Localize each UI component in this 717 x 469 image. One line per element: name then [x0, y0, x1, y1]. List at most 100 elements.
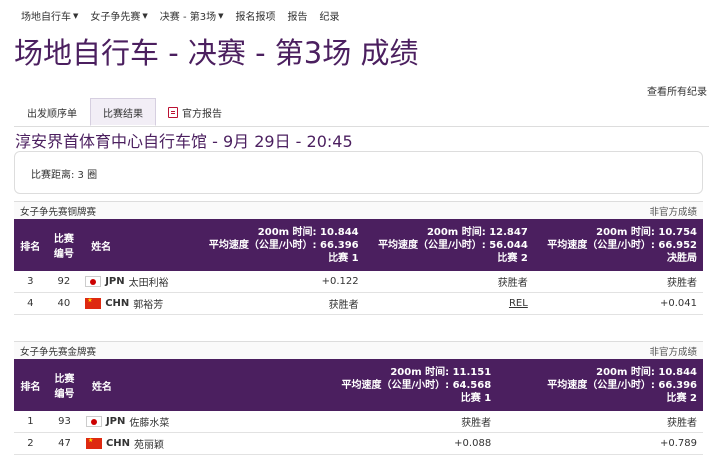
chevron-down-icon: ▼ — [142, 11, 148, 20]
relegated-link[interactable]: REL — [509, 298, 528, 309]
heat-result: +0.088 — [291, 432, 498, 455]
athlete-name-link[interactable]: 佐藤水菜 — [129, 414, 169, 429]
nav-phase[interactable]: 决赛 - 第3场 ▼ — [160, 8, 224, 24]
heat-time: 200m 时间: 10.844 — [596, 366, 697, 378]
status-badge: 非官方成绩 — [649, 206, 697, 218]
athlete-cell: JPN 太田利裕 — [81, 271, 196, 293]
heat-time: 200m 时间: 12.847 — [426, 226, 528, 238]
athlete-name-link[interactable]: 苑丽颖 — [134, 436, 164, 451]
col-heat-2: 200m 时间: 10.844 平均速度（公里/小时）: 66.396 比赛 2 — [497, 359, 703, 411]
tab-results-label: 比赛结果 — [103, 108, 143, 120]
heat-label: 比赛 1 — [460, 392, 492, 404]
venue-datetime: 淳安界首体育中心自行车馆 - 9月 29日 - 20:45 — [15, 132, 353, 151]
col-rank: 排名 — [14, 359, 47, 411]
top-navigation: 场地自行车 ▼ 女子争先赛 ▼ 决赛 - 第3场 ▼ 报名报项 报告 纪录 — [21, 8, 340, 24]
nav-event[interactable]: 女子争先赛 ▼ — [90, 8, 148, 24]
heat-speed: 平均速度（公里/小时）: 56.044 — [378, 239, 528, 251]
tab-official-report-label: 官方报告 — [182, 108, 222, 120]
heat-speed: 平均速度（公里/小时）: 64.568 — [341, 379, 492, 391]
bronze-final-panel: 女子争先赛铜牌赛 非官方成绩 排名 比赛 编号 姓名 200m 时间: 10.84… — [14, 201, 703, 315]
heat-result: +0.041 — [533, 292, 703, 315]
athlete-cell: CHN苑丽颖 — [81, 432, 292, 455]
col-heat-1: 200m 时间: 10.844 平均速度（公里/小时）: 66.396 比赛 1 — [195, 219, 365, 271]
race-distance: 比赛距离: 3 圈 — [31, 170, 98, 181]
heat-result: 获胜者 — [497, 411, 703, 433]
tab-start-list[interactable]: 出发顺序单 — [14, 98, 90, 126]
page-title: 场地自行车 - 决赛 - 第3场 成绩 — [14, 36, 419, 70]
all-records-link[interactable]: 查看所有纪录 — [647, 83, 707, 98]
nav-sport[interactable]: 场地自行车 ▼ — [21, 8, 79, 24]
col-heat-2: 200m 时间: 12.847 平均速度（公里/小时）: 56.044 比赛 2 — [364, 219, 534, 271]
col-bib-line2: 编号 — [54, 389, 75, 400]
rank: 4 — [14, 292, 47, 315]
table-header-row: 排名 比赛 编号 姓名 200m 时间: 11.151 平均速度（公里/小时）: 6… — [14, 359, 703, 411]
col-rank: 排名 — [14, 219, 47, 271]
col-name: 姓名 — [81, 219, 196, 271]
heat-time: 200m 时间: 11.151 — [390, 366, 492, 378]
panel-header: 女子争先赛铜牌赛 非官方成绩 — [14, 201, 703, 219]
japan-flag-icon — [85, 416, 102, 427]
rank: 1 — [14, 411, 47, 433]
heat-label: 决胜局 — [667, 252, 697, 264]
heat-result: 获胜者 — [364, 271, 534, 293]
rank: 2 — [14, 432, 47, 455]
chevron-down-icon: ▼ — [73, 11, 79, 20]
nav-records-label: 纪录 — [319, 12, 340, 23]
china-flag-icon — [85, 437, 102, 449]
heat-result: REL — [364, 292, 534, 315]
tab-results[interactable]: 比赛结果 — [90, 98, 156, 126]
japan-flag-icon — [85, 276, 102, 287]
table-row: 1 93 JPN 佐藤水菜 获胜者 获胜者 — [14, 411, 703, 433]
nav-sport-label: 场地自行车 — [21, 12, 71, 23]
bib: 92 — [46, 271, 82, 293]
athlete-cell: CHN郭裕芳 — [81, 292, 196, 315]
gold-final-panel: 女子争先赛金牌赛 非官方成绩 排名 比赛编号 姓名 200m 时间: 11.15… — [14, 341, 703, 455]
col-heat-1: 200m 时间: 11.151 平均速度（公里/小时）: 64.568 比赛 1 — [291, 359, 498, 411]
tab-official-report[interactable]: 官方报告 — [160, 98, 230, 126]
table-row: 3 92 JPN 太田利裕 +0.122 获胜者 获胜者 — [14, 271, 703, 293]
noc-code: JPN — [105, 416, 126, 427]
nav-records[interactable]: 纪录 — [320, 8, 340, 23]
col-bib-line1: 比赛 — [54, 374, 75, 385]
nav-reports[interactable]: 报告 — [288, 8, 308, 23]
col-bib: 比赛 编号 — [46, 219, 82, 271]
bib: 47 — [46, 432, 82, 455]
heat-label: 比赛 2 — [497, 252, 528, 264]
tab-bar: 出发顺序单 比赛结果 官方报告 — [14, 98, 709, 127]
nav-reports-label: 报告 — [287, 12, 308, 23]
col-name: 姓名 — [81, 359, 292, 411]
table-row: 2 47 CHN苑丽颖 +0.088 +0.789 — [14, 432, 703, 455]
table-row: 4 40 CHN郭裕芳 获胜者 REL +0.041 — [14, 292, 703, 315]
col-heat-decider: 200m 时间: 10.754 平均速度（公里/小时）: 66.952 决胜局 — [533, 219, 703, 271]
tab-start-list-label: 出发顺序单 — [27, 108, 77, 120]
status-badge: 非官方成绩 — [649, 346, 697, 358]
athlete-name-link[interactable]: 太田利裕 — [129, 274, 169, 289]
heat-result: +0.789 — [497, 432, 703, 455]
table-header-row: 排名 比赛 编号 姓名 200m 时间: 10.844 平均速度（公里/小时）: 6… — [14, 219, 703, 271]
heat-result: 获胜者 — [533, 271, 703, 293]
bib: 93 — [46, 411, 82, 433]
china-flag-icon — [85, 297, 102, 309]
heat-speed: 平均速度（公里/小时）: 66.396 — [208, 239, 359, 251]
results-table: 排名 比赛 编号 姓名 200m 时间: 10.844 平均速度（公里/小时）: 6… — [14, 219, 703, 315]
athlete-cell: JPN 佐藤水菜 — [81, 411, 292, 433]
nav-event-label: 女子争先赛 — [90, 12, 141, 23]
panel-title: 女子争先赛铜牌赛 — [20, 206, 97, 218]
heat-result: 获胜者 — [195, 292, 365, 315]
athlete-name-link[interactable]: 郭裕芳 — [133, 296, 163, 311]
heat-result: +0.122 — [195, 271, 365, 293]
noc-code: CHN — [105, 438, 131, 449]
nav-entries[interactable]: 报名报项 — [236, 8, 276, 23]
panel-title: 女子争先赛金牌赛 — [20, 346, 97, 358]
rank: 3 — [14, 271, 47, 293]
heat-speed: 平均速度（公里/小时）: 66.396 — [547, 379, 697, 391]
race-info-box: 比赛距离: 3 圈 — [14, 151, 703, 194]
col-bib-line2: 编号 — [53, 249, 74, 260]
bib: 40 — [46, 292, 82, 315]
heat-label: 比赛 1 — [328, 252, 359, 264]
pdf-icon — [168, 106, 178, 118]
col-bib: 比赛 编号 — [46, 359, 82, 411]
noc-code: JPN — [105, 276, 125, 287]
results-table: 排名 比赛 编号 姓名 200m 时间: 11.151 平均速度（公里/小时）: 6… — [14, 359, 703, 455]
noc-code: CHN — [105, 298, 130, 309]
